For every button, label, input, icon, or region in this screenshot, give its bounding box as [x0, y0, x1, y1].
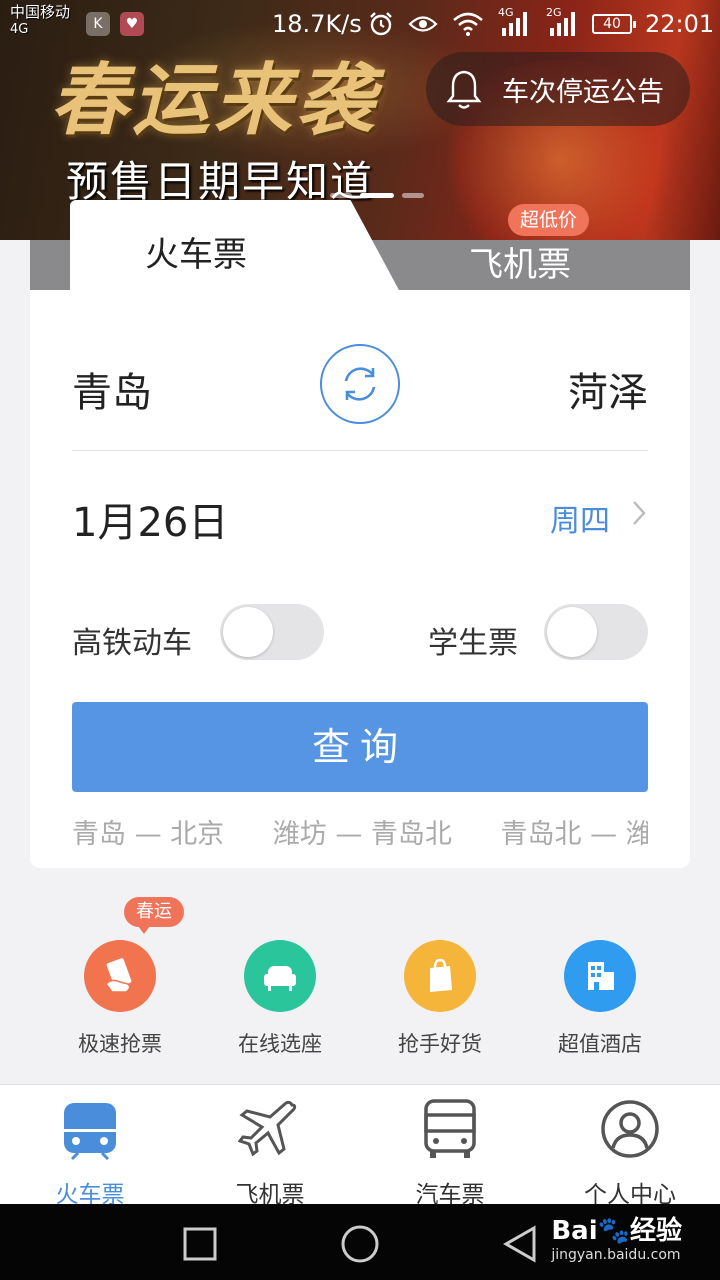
carrier-name: 中国移动	[10, 3, 71, 21]
bus-icon	[424, 1099, 476, 1158]
ticket-hand-icon	[84, 940, 156, 1012]
high-speed-toggle[interactable]	[220, 604, 324, 660]
swap-cities-button[interactable]	[320, 344, 400, 424]
history-item[interactable]: 潍坊 — 青岛北	[273, 812, 452, 851]
nav-train-ticket[interactable]: 火车票	[0, 1097, 180, 1209]
toggle-knob	[547, 607, 597, 657]
nav-personal-center[interactable]: 个人中心	[540, 1097, 720, 1209]
low-price-badge: 超低价	[508, 204, 590, 236]
banner-page-indicator	[330, 193, 424, 198]
back-button-icon[interactable]	[500, 1224, 540, 1264]
divider	[72, 450, 648, 451]
swap-icon	[344, 367, 376, 401]
arrival-city[interactable]: 菏泽	[568, 360, 648, 418]
spring-festival-badge: 春运	[124, 897, 184, 934]
shopping-bag-icon	[404, 940, 476, 1012]
chevron-right-icon[interactable]	[628, 498, 650, 528]
indicator-dot	[402, 193, 424, 198]
notification-k-icon: K	[86, 12, 110, 36]
toggle-knob	[223, 607, 273, 657]
quick-action-seat-selection[interactable]: 在线选座	[200, 940, 360, 1058]
history-item[interactable]: 青岛 — 北京	[72, 812, 224, 851]
banner-title: 春运来袭	[50, 55, 379, 146]
carrier-label: 中国移动 4G	[10, 4, 70, 38]
indicator-dot	[330, 193, 352, 198]
signal-4g-label: 4G	[498, 6, 514, 19]
status-icons: 4G 2G	[368, 6, 580, 38]
notification-heart-icon: ♥	[120, 12, 144, 36]
student-ticket-toggle[interactable]	[544, 604, 648, 660]
watermark-url: jingyan.baidu.com	[551, 1247, 681, 1263]
system-navigation-bar: Bai🐾经验 jingyan.baidu.com	[0, 1204, 720, 1280]
departure-date[interactable]: 1月26日	[72, 490, 228, 548]
train-search-card: 青岛 菏泽 1月26日 周四 高铁动车 学生票 查询 青岛 — 北京 潍坊 — …	[30, 290, 690, 868]
search-history: 青岛 — 北京 潍坊 — 青岛北 青岛北 — 潍	[72, 812, 648, 856]
eye-icon	[408, 16, 438, 32]
query-button[interactable]: 查询	[72, 702, 648, 792]
indicator-dot-active	[360, 193, 394, 198]
weekday-label[interactable]: 周四	[550, 496, 610, 540]
quick-action-label: 极速抢票	[78, 1032, 162, 1056]
train-icon	[64, 1103, 116, 1161]
quick-actions: 极速抢票 在线选座 抢手好货 超值酒店	[0, 940, 720, 1060]
seat-icon	[244, 940, 316, 1012]
clock: 22:01	[645, 10, 715, 38]
bottom-navigation: 火车票 飞机票 汽车票 个人中心	[0, 1084, 720, 1208]
baidu-jingyan-watermark: Bai🐾经验 jingyan.baidu.com	[551, 1210, 682, 1263]
user-icon	[601, 1100, 659, 1158]
home-button-icon[interactable]	[340, 1224, 380, 1264]
signal-2g-icon: 2G	[546, 6, 580, 38]
high-speed-label: 高铁动车	[72, 626, 192, 661]
quick-action-fast-ticket[interactable]: 极速抢票	[40, 940, 200, 1058]
history-item[interactable]: 青岛北 — 潍	[501, 812, 648, 851]
signal-2g-label: 2G	[546, 6, 562, 19]
wifi-icon	[453, 12, 483, 36]
recents-button-icon[interactable]	[182, 1226, 218, 1262]
quick-action-label: 抢手好货	[398, 1032, 482, 1056]
signal-4g-icon: 4G	[498, 6, 532, 38]
tab-plane-ticket[interactable]: 飞机票	[430, 240, 610, 290]
ticket-type-tabs: 火车票 飞机票 超低价	[30, 200, 690, 292]
bell-icon	[446, 70, 482, 109]
hotel-icon	[564, 940, 636, 1012]
student-ticket-label: 学生票	[428, 626, 518, 661]
watermark-logo: Bai🐾经验	[551, 1216, 682, 1246]
quick-action-label: 在线选座	[238, 1032, 322, 1056]
battery-icon: 40	[592, 14, 636, 34]
status-bar: 中国移动 4G K ♥ 18.7K/s 4G 2G 40 22:01	[0, 0, 720, 48]
airplane-icon	[237, 1100, 297, 1157]
notice-label: 车次停运公告	[502, 76, 664, 108]
network-speed: 18.7K/s	[272, 10, 362, 38]
carrier-network: 4G	[10, 22, 29, 37]
suspension-notice-button[interactable]: 车次停运公告	[426, 52, 690, 126]
quick-action-hotel[interactable]: 超值酒店	[520, 940, 680, 1058]
departure-city[interactable]: 青岛	[72, 360, 152, 418]
tab-train-ticket[interactable]: 火车票	[70, 200, 400, 292]
alarm-icon	[370, 12, 392, 36]
nav-bus-ticket[interactable]: 汽车票	[360, 1097, 540, 1209]
quick-action-label: 超值酒店	[558, 1032, 642, 1056]
nav-plane-ticket[interactable]: 飞机票	[180, 1097, 360, 1209]
quick-action-hot-goods[interactable]: 抢手好货	[360, 940, 520, 1058]
